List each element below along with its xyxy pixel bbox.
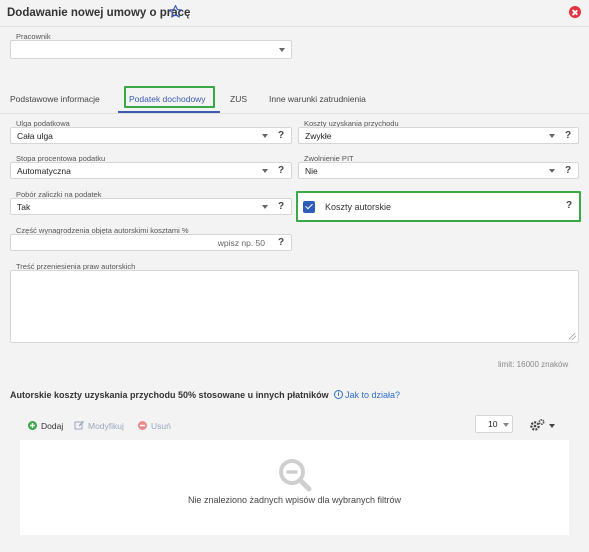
- help-icon[interactable]: ?: [565, 165, 571, 176]
- chevron-down-icon[interactable]: [549, 424, 555, 428]
- pobor-value: Tak: [17, 202, 31, 212]
- active-tab-indicator: [118, 111, 220, 113]
- chevron-down-icon: [262, 169, 268, 173]
- page-size-select[interactable]: 10: [475, 415, 513, 433]
- tab-divider: [0, 113, 589, 114]
- delete-button[interactable]: Usuń: [151, 421, 171, 431]
- ulga-value: Cała ulga: [17, 131, 53, 141]
- tab-inne-warunki[interactable]: Inne warunki zatrudnienia: [269, 94, 366, 104]
- koszty-uzyskania-value: Zwykłe: [305, 131, 332, 141]
- plus-icon[interactable]: [28, 421, 37, 430]
- chevron-down-icon: [262, 134, 268, 138]
- chevron-down-icon: [549, 169, 555, 173]
- koszty-autorskie-checkbox[interactable]: [303, 201, 315, 213]
- empty-state-text: Nie znaleziono żadnych wpisów dla wybran…: [187, 495, 402, 505]
- minus-icon[interactable]: [138, 421, 147, 430]
- koszty-uzyskania-select[interactable]: Zwykłe ?: [298, 127, 579, 144]
- help-icon[interactable]: ?: [278, 201, 284, 212]
- chevron-down-icon: [279, 48, 285, 52]
- zwolnienie-value: Nie: [305, 166, 318, 176]
- chevron-down-icon: [262, 205, 268, 209]
- pracownik-select[interactable]: [10, 40, 292, 59]
- chevron-down-icon: [549, 134, 555, 138]
- star-icon[interactable]: [168, 4, 183, 19]
- help-icon[interactable]: ?: [565, 130, 571, 141]
- modify-button[interactable]: Modyfikuj: [88, 421, 124, 431]
- stopa-value: Automatyczna: [17, 166, 71, 176]
- pobor-select[interactable]: Tak ?: [10, 198, 292, 215]
- search-empty-icon: [279, 459, 312, 492]
- tresc-textarea[interactable]: [10, 270, 579, 343]
- help-icon[interactable]: ?: [278, 165, 284, 176]
- ulga-select[interactable]: Cała ulga ?: [10, 127, 292, 144]
- chevron-down-icon: [503, 423, 509, 427]
- help-icon[interactable]: ?: [278, 130, 284, 141]
- help-icon[interactable]: ?: [566, 200, 572, 211]
- character-limit: limit: 16000 znaków: [498, 360, 569, 369]
- info-icon[interactable]: i: [334, 390, 343, 399]
- czesc-input[interactable]: wpisz np. 50 ?: [10, 234, 292, 251]
- close-icon[interactable]: [569, 6, 581, 18]
- zwolnienie-select[interactable]: Nie ?: [298, 162, 579, 179]
- tab-zus[interactable]: ZUS: [230, 94, 247, 104]
- gear-icon[interactable]: [529, 418, 547, 432]
- page-size-value: 10: [488, 419, 498, 429]
- tab-podatek-dochodowy[interactable]: Podatek dochodowy: [129, 94, 206, 104]
- resize-grip-icon[interactable]: [569, 333, 576, 340]
- add-button[interactable]: Dodaj: [41, 421, 63, 431]
- section-title: Autorskie koszty uzyskania przychodu 50%…: [10, 390, 329, 400]
- tab-podstawowe-informacje[interactable]: Podstawowe informacje: [10, 94, 100, 104]
- koszty-autorskie-label: Koszty autorskie: [325, 202, 392, 212]
- stopa-select[interactable]: Automatyczna ?: [10, 162, 292, 179]
- dialog-title: Dodawanie nowej umowy o pracę: [7, 7, 191, 19]
- how-it-works-link[interactable]: Jak to działa?: [345, 390, 400, 400]
- czesc-placeholder: wpisz np. 50: [217, 238, 265, 248]
- edit-icon: [74, 421, 84, 430]
- help-icon[interactable]: ?: [278, 237, 284, 248]
